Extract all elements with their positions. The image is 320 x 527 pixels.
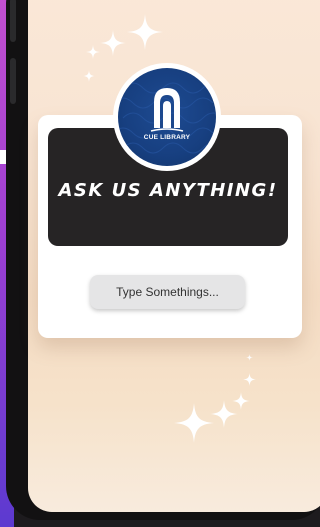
sparkle-icon [100, 30, 126, 56]
library-arch-logo-icon [118, 82, 216, 154]
sparkle-icon [83, 70, 95, 82]
sparkle-icon [86, 45, 100, 59]
phone-volume-down-button [10, 58, 16, 104]
sparkle-icon [127, 14, 163, 50]
sparkle-icon [243, 373, 256, 386]
message-input[interactable]: Type Somethings... [90, 275, 245, 309]
library-logo: CUE LIBRARY [118, 68, 216, 166]
sparkle-icon [246, 354, 253, 361]
logo-text: CUE LIBRARY [143, 134, 191, 141]
sparkle-icon [232, 392, 250, 410]
phone-volume-up-button [10, 0, 16, 42]
sparkle-icon [174, 403, 214, 443]
page-title: ASK US ANYTHING! [58, 180, 278, 201]
